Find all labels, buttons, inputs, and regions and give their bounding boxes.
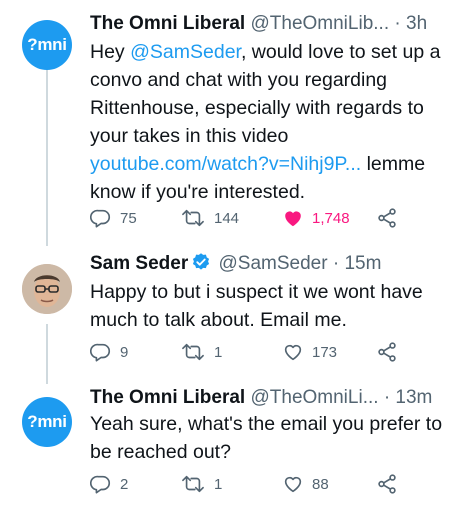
avatar-logo-text: ?mni bbox=[27, 412, 67, 431]
reply-button[interactable]: 75 bbox=[90, 207, 137, 229]
share-button[interactable] bbox=[376, 473, 398, 500]
tweet-text: Hey @SamSeder, would love to set up a co… bbox=[90, 38, 462, 206]
reply-count: 2 bbox=[120, 475, 129, 493]
retweet-count: 1 bbox=[214, 475, 223, 493]
separator-dot: · bbox=[394, 13, 401, 34]
author-handle[interactable]: @TheOmniLib... bbox=[250, 13, 389, 34]
action-bar: 2 1 88 bbox=[90, 473, 440, 497]
text-segment: Hey bbox=[90, 41, 131, 63]
author-name[interactable]: The Omni Liberal bbox=[90, 13, 245, 34]
tweet-header: The Omni Liberal @TheOmniLib... · 3h bbox=[90, 12, 465, 36]
verified-badge-icon bbox=[193, 253, 210, 270]
like-icon bbox=[285, 211, 301, 227]
text-segment: Yeah sure, what's the email you prefer t… bbox=[90, 413, 443, 463]
action-bar: 9 1 173 bbox=[90, 341, 440, 365]
retweet-icon bbox=[182, 209, 204, 227]
retweet-button[interactable]: 1 bbox=[180, 473, 222, 495]
like-button[interactable]: 88 bbox=[282, 473, 329, 495]
separator-dot: · bbox=[383, 387, 391, 408]
like-button[interactable]: 1,748 bbox=[282, 207, 350, 229]
reply-icon bbox=[90, 475, 111, 494]
tweet-header: The Omni Liberal @TheOmniLi... · 13m bbox=[90, 386, 465, 410]
timestamp[interactable]: 15m bbox=[344, 253, 381, 274]
like-icon bbox=[284, 476, 302, 493]
action-bar: 75 144 1,748 bbox=[90, 207, 440, 231]
separator-dot: · bbox=[332, 253, 340, 274]
avatar[interactable]: ?mni bbox=[22, 397, 72, 447]
like-button[interactable]: 173 bbox=[282, 341, 337, 363]
tweet-3[interactable]: ?mni The Omni Liberal @TheOmniLi... · 13… bbox=[0, 375, 474, 514]
author-handle[interactable]: @SamSeder bbox=[219, 253, 328, 274]
tweet-header: Sam Seder @SamSeder · 15m bbox=[90, 252, 465, 276]
share-button[interactable] bbox=[376, 341, 398, 368]
author-name[interactable]: The Omni Liberal bbox=[90, 387, 245, 408]
share-icon bbox=[378, 474, 396, 494]
tweet-text: Happy to but i suspect it we wont have m… bbox=[90, 278, 462, 334]
like-count: 1,748 bbox=[312, 209, 350, 227]
like-icon bbox=[284, 344, 302, 361]
reply-icon bbox=[90, 209, 111, 228]
reply-icon bbox=[90, 343, 111, 362]
tweet-text: Yeah sure, what's the email you prefer t… bbox=[90, 410, 462, 466]
author-name[interactable]: Sam Seder bbox=[90, 253, 188, 274]
share-icon bbox=[378, 342, 396, 362]
tweet-2[interactable]: Sam Seder @SamSeder · 15m Happy to but i… bbox=[0, 240, 474, 375]
share-button[interactable] bbox=[376, 207, 398, 234]
author-handle[interactable]: @TheOmniLi... bbox=[250, 387, 378, 408]
url-link[interactable]: youtube.com/watch?v=Nihj9P... bbox=[90, 153, 361, 175]
reply-count: 9 bbox=[120, 343, 129, 361]
like-count: 88 bbox=[312, 475, 329, 493]
avatar-logo-text: ?mni bbox=[27, 35, 67, 54]
tweet-1[interactable]: ?mni The Omni Liberal @TheOmniLib... · 3… bbox=[0, 0, 474, 240]
mention-link[interactable]: @SamSeder bbox=[130, 41, 241, 63]
retweet-count: 144 bbox=[214, 209, 240, 227]
retweet-icon bbox=[182, 475, 204, 493]
profile-photo bbox=[22, 264, 72, 314]
avatar[interactable] bbox=[22, 264, 72, 314]
retweet-button[interactable]: 144 bbox=[180, 207, 239, 229]
share-icon bbox=[378, 208, 396, 228]
reply-button[interactable]: 9 bbox=[90, 341, 128, 363]
retweet-count: 1 bbox=[214, 343, 223, 361]
timestamp[interactable]: 3h bbox=[406, 13, 427, 34]
retweet-button[interactable]: 1 bbox=[180, 341, 222, 363]
text-segment: Happy to but i suspect it we wont have m… bbox=[90, 281, 423, 331]
like-count: 173 bbox=[312, 343, 338, 361]
reply-button[interactable]: 2 bbox=[90, 473, 128, 495]
timestamp[interactable]: 13m bbox=[395, 387, 432, 408]
avatar[interactable]: ?mni bbox=[22, 20, 72, 70]
reply-count: 75 bbox=[120, 209, 137, 227]
retweet-icon bbox=[182, 343, 204, 361]
